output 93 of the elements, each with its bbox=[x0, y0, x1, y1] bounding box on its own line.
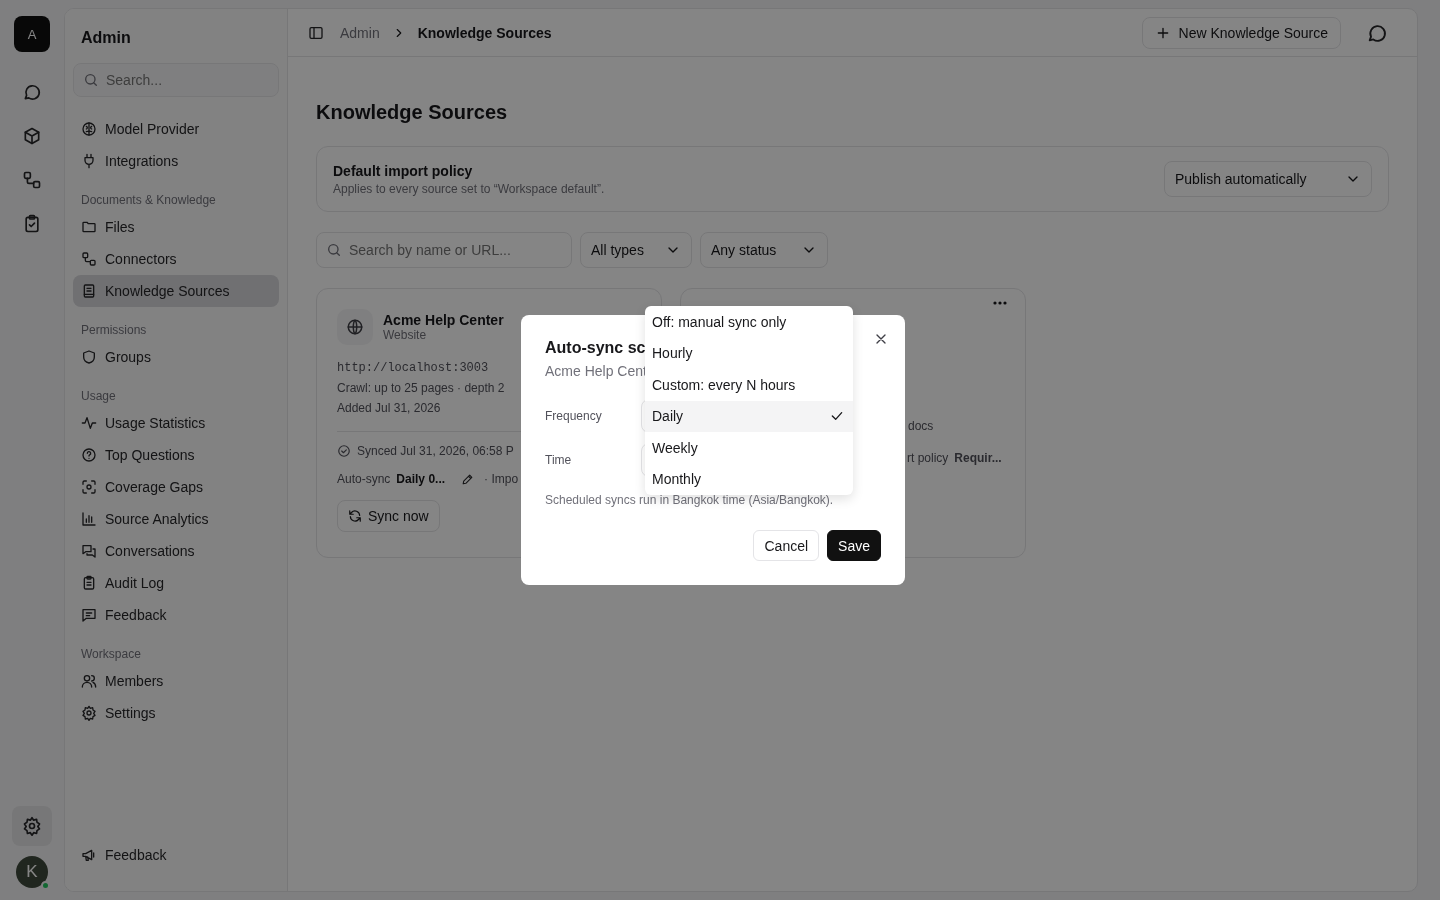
edit-button[interactable] bbox=[461, 472, 475, 486]
sidebar-item[interactable]: Integrations bbox=[73, 145, 279, 177]
online-dot bbox=[41, 881, 50, 890]
globe-drawing bbox=[346, 318, 364, 336]
breadcrumb-item: Knowledge Sources bbox=[417, 24, 552, 41]
more-button[interactable] bbox=[993, 301, 1007, 305]
refresh-icon bbox=[348, 509, 362, 523]
nodes-drawing bbox=[22, 170, 42, 190]
folder-icon bbox=[81, 219, 97, 235]
search-icon bbox=[326, 242, 342, 258]
message-icon bbox=[81, 607, 97, 623]
sidebar-item[interactable]: Usage Statistics bbox=[73, 407, 279, 439]
section-heading: Documents & Knowledge bbox=[81, 193, 217, 207]
plug-icon bbox=[81, 153, 97, 169]
users-icon bbox=[81, 673, 97, 689]
section-heading: Usage bbox=[81, 389, 117, 403]
app-logo[interactable]: A bbox=[14, 16, 50, 52]
sync-button[interactable]: Sync now bbox=[337, 500, 440, 532]
settings-icon bbox=[81, 705, 97, 721]
save-button[interactable]: Save bbox=[827, 530, 881, 561]
status-filter[interactable]: Any status bbox=[700, 232, 828, 268]
page-title: Knowledge Sources bbox=[316, 101, 509, 124]
sidebar-item[interactable]: Settings bbox=[73, 697, 279, 729]
pencil-icon bbox=[461, 472, 475, 486]
policy-select[interactable]: Publish automatically bbox=[1164, 161, 1372, 197]
import-policy-value: Requir... bbox=[954, 451, 1002, 465]
source-name: Acme Help Center bbox=[383, 312, 504, 328]
menu-option[interactable]: Off: manual sync only bbox=[645, 306, 853, 338]
dialog-title: Auto-sync sc bbox=[545, 339, 646, 357]
section-heading: Permissions bbox=[81, 323, 148, 337]
sync-status: Synced Jul 31, 2026, 06:58 P bbox=[357, 444, 514, 458]
sidebar-item[interactable]: Coverage Gaps bbox=[73, 471, 279, 503]
menu-option[interactable]: Custom: every N hours bbox=[645, 369, 853, 401]
sidebar-item[interactable]: Conversations bbox=[73, 535, 279, 567]
dialog-subtitle: Acme Help Cent bbox=[545, 363, 647, 379]
timezone-note: Scheduled syncs run in Bangkok time (Asia/Bangkok). bbox=[545, 493, 834, 507]
settings-icon bbox=[22, 816, 42, 836]
nodes-icon bbox=[81, 251, 97, 267]
source-search-field[interactable]: Search by name or URL... bbox=[316, 232, 572, 268]
policy-title: Default import policy bbox=[333, 162, 474, 179]
sidebar-item[interactable]: Feedback bbox=[73, 599, 279, 631]
shield-icon bbox=[81, 349, 97, 365]
sidebar-item[interactable]: Groups bbox=[73, 341, 279, 373]
feedback-link[interactable]: Feedback bbox=[73, 839, 279, 871]
sidebar-item[interactable]: Top Questions bbox=[73, 439, 279, 471]
user-avatar[interactable]: K bbox=[16, 856, 48, 888]
sidebar-item[interactable]: Connectors bbox=[73, 243, 279, 275]
megaphone-icon bbox=[81, 847, 97, 863]
check-circle-icon bbox=[337, 444, 351, 458]
sidebar-toggle[interactable] bbox=[308, 24, 324, 41]
import-label: · Impo bbox=[484, 472, 519, 486]
autosync-label: Auto-sync bbox=[337, 472, 391, 486]
field-label: Time bbox=[545, 453, 573, 467]
help-icon bbox=[81, 447, 97, 463]
clipboard-icon bbox=[81, 575, 97, 591]
sidebar-item[interactable]: Source Analytics bbox=[73, 503, 279, 535]
source-url: http://localhost:3003 bbox=[337, 361, 489, 375]
scan-icon bbox=[81, 479, 97, 495]
sidebar-item[interactable]: Files bbox=[73, 211, 279, 243]
bar-chart-icon bbox=[81, 511, 97, 527]
field-label: Frequency bbox=[545, 409, 603, 423]
cancel-button[interactable]: Cancel bbox=[753, 530, 820, 561]
panel-icon bbox=[308, 24, 324, 41]
type-filter[interactable]: All types bbox=[580, 232, 692, 268]
sidebar-item[interactable]: Knowledge Sources bbox=[73, 275, 279, 307]
search-field[interactable]: Search... bbox=[73, 63, 279, 97]
menu-option[interactable]: Hourly bbox=[645, 337, 853, 369]
sidebar-title: Admin bbox=[81, 29, 132, 47]
sidebar-item[interactable]: Members bbox=[73, 665, 279, 697]
autosync-value: Daily 0... bbox=[396, 472, 446, 486]
pulse-icon bbox=[81, 415, 97, 431]
clipboard-drawing bbox=[22, 214, 42, 234]
search-icon bbox=[83, 72, 99, 88]
chats-icon bbox=[81, 543, 97, 559]
menu-option[interactable]: Weekly bbox=[645, 432, 853, 464]
policy-description: Applies to every source set to “Workspace default”. bbox=[333, 181, 605, 196]
breadcrumb-item[interactable]: Admin bbox=[340, 24, 380, 41]
menu-option[interactable]: Daily bbox=[645, 400, 853, 432]
new-source-button[interactable]: New Knowledge Source bbox=[1141, 16, 1341, 49]
more-icon bbox=[993, 301, 1007, 305]
chat-bubble-drawing bbox=[22, 82, 42, 102]
crawl-info: Crawl: up to 25 pages · depth 2 bbox=[337, 381, 505, 395]
sidebar-item[interactable]: Model Provider bbox=[73, 113, 279, 145]
settings-button[interactable] bbox=[12, 806, 52, 846]
cube-drawing bbox=[22, 126, 42, 146]
import-policy-label: rt policy bbox=[907, 451, 949, 465]
added-date: Added Jul 31, 2026 bbox=[337, 401, 441, 415]
sidebar-item[interactable]: Audit Log bbox=[73, 567, 279, 599]
menu-option[interactable]: Monthly bbox=[645, 463, 853, 495]
docs-count: docs bbox=[908, 419, 935, 433]
section-heading: Workspace bbox=[81, 647, 142, 661]
book-icon bbox=[81, 283, 97, 299]
source-type: Website bbox=[383, 328, 428, 342]
